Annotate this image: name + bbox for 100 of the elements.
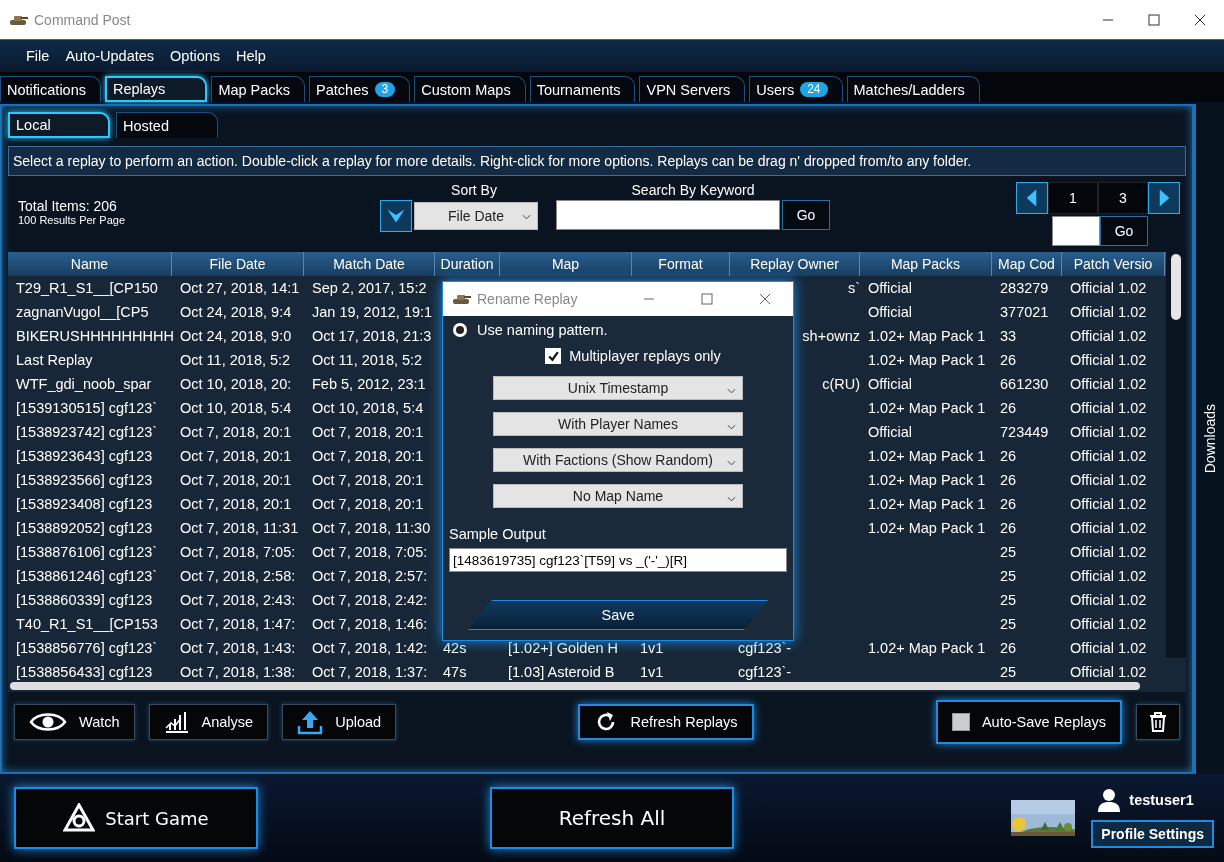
table-cell: [1538923643] cgf123 [16, 448, 153, 464]
table-cell: WTF_gdi_noob_spar [16, 376, 152, 392]
table-cell: Oct 11, 2018, 5:2 [312, 352, 423, 368]
table-cell: Oct 7, 2018, 20:1 [180, 472, 292, 488]
column-header[interactable]: Patch Versio [1062, 252, 1165, 276]
close-icon[interactable] [759, 293, 771, 305]
upload-button[interactable]: Upload [282, 704, 397, 740]
previous-page-icon[interactable] [1016, 182, 1048, 214]
pattern-dropdown[interactable]: With Factions (Show Random) [493, 448, 743, 472]
table-cell: Oct 7, 2018, 2:57: [312, 568, 428, 584]
tab[interactable]: Users 24 [749, 76, 843, 102]
table-cell: Oct 7, 2018, 11:30 [312, 520, 431, 536]
table-cell: zagnanVugol__[CP5 [16, 304, 149, 320]
total-items: Total Items: 206 [18, 198, 118, 214]
go-button[interactable]: Go [1100, 216, 1148, 246]
sort-dropdown[interactable]: File Date [414, 202, 538, 230]
table-cell: 25 [1000, 544, 1017, 560]
caret-icon [522, 214, 531, 220]
tab[interactable]: Map Packs [211, 76, 306, 102]
table-cell: Oct 7, 2018, 2:43: [180, 592, 296, 608]
table-cell: 283279 [1000, 280, 1049, 296]
sample-output-field[interactable]: [1483619735] cgf123`[T59] vs _('-'_)[R] [449, 548, 787, 572]
pattern-dropdown[interactable]: With Player Names [493, 412, 743, 436]
tab[interactable]: Local [8, 112, 110, 138]
vertical-scrollbar[interactable] [1166, 252, 1186, 658]
pattern-dropdown[interactable]: Unix Timestamp [493, 376, 743, 400]
sort-direction-icon[interactable] [380, 200, 412, 232]
window-title: Command Post [34, 11, 131, 28]
auto-save-checkbox[interactable]: Auto-Save Replays [935, 700, 1122, 744]
column-header[interactable]: File Date [172, 252, 304, 276]
table-cell: Official 1.02 [1070, 352, 1147, 368]
column-header[interactable]: Duration [435, 252, 500, 276]
tab[interactable]: Custom Maps [414, 76, 526, 102]
table-cell: Oct 11, 2018, 5:2 [180, 352, 291, 368]
column-header[interactable]: Format [632, 252, 730, 276]
column-header[interactable]: Match Date [304, 252, 435, 276]
menu-item[interactable]: File [26, 48, 50, 64]
watch-button[interactable]: Watch [14, 704, 135, 740]
table-cell: Official 1.02 [1070, 544, 1147, 560]
table-cell: Oct 24, 2018, 9:4 [180, 304, 292, 320]
column-header[interactable]: Map [500, 252, 632, 276]
tab[interactable]: Tournaments [529, 76, 636, 102]
table-cell: 26 [1000, 640, 1017, 656]
tab[interactable]: Patches 3 [309, 76, 411, 102]
naming-pattern-radio[interactable]: Use naming pattern. [449, 322, 608, 338]
tab[interactable]: Notifications [0, 76, 101, 102]
table-cell: 1.02+ Map Pack 1 [868, 448, 986, 464]
table-cell: Oct 7, 2018, 1:46: [312, 616, 428, 632]
analyse-button[interactable]: Analyse [148, 704, 269, 740]
column-header[interactable]: Map Cod [992, 252, 1062, 276]
table-cell: Oct 7, 2018, 11:31 [180, 520, 299, 536]
menu-item[interactable]: Options [170, 48, 221, 64]
refresh-button[interactable]: Refresh Replays [578, 704, 754, 740]
table-cell: [1.03] Asteroid B [508, 664, 615, 680]
save-button[interactable]: Save [468, 600, 768, 630]
table-cell: 25 [1000, 616, 1017, 632]
delete-button[interactable] [1136, 704, 1180, 740]
column-header[interactable]: Replay Owner [730, 252, 860, 276]
tab[interactable]: Matches/Ladders [846, 76, 980, 102]
profile-settings-button[interactable]: Profile Settings [1091, 820, 1214, 848]
table-cell: Oct 7, 2018, 1:43: [180, 640, 296, 656]
next-page-icon[interactable] [1148, 182, 1180, 214]
caret-icon [727, 388, 736, 394]
tab[interactable]: Hosted [116, 112, 218, 138]
caret-icon [727, 460, 736, 466]
tab[interactable]: VPN Servers [639, 76, 746, 102]
maximize-icon[interactable] [1148, 13, 1160, 26]
table-cell: Official 1.02 [1070, 328, 1147, 344]
multiplayer-checkbox[interactable]: Multiplayer replays only [545, 348, 721, 364]
pattern-dropdown[interactable]: No Map Name [493, 484, 743, 508]
maximize-icon[interactable] [701, 293, 713, 305]
table-cell: Oct 7, 2018, 1:37: [312, 664, 428, 680]
refresh-all-button[interactable]: Refresh All [490, 787, 734, 849]
count-badge: 3 [374, 82, 396, 97]
menu-item[interactable]: Auto-Updates [65, 48, 155, 64]
page-field[interactable] [1052, 216, 1100, 246]
table-cell: Oct 7, 2018, 20:1 [312, 424, 424, 440]
close-icon[interactable] [1194, 13, 1206, 26]
table-cell: Oct 7, 2018, 7:05: [312, 544, 428, 560]
table-cell: 26 [1000, 496, 1017, 512]
bar-chart-icon [163, 710, 190, 734]
menu-item[interactable]: Help [236, 48, 266, 64]
table-cell: 26 [1000, 448, 1017, 464]
table-cell: Oct 10, 2018, 5:4 [180, 400, 292, 416]
table-cell: [1538861246] cgf123` [16, 568, 158, 584]
table-cell: 1.02+ Map Pack 1 [868, 520, 986, 536]
start-game-button[interactable]: Start Game [14, 787, 258, 849]
table-cell: 25 [1000, 664, 1017, 680]
table-cell: Sep 2, 2017, 15:2 [312, 280, 427, 296]
table-cell: 26 [1000, 520, 1017, 536]
upload-icon [297, 709, 324, 735]
table-cell: Official 1.02 [1070, 376, 1147, 392]
table-cell: 26 [1000, 352, 1017, 368]
go-button[interactable]: Go [782, 200, 830, 230]
results-per-page: 100 Results Per Page [18, 214, 126, 226]
search-field[interactable] [556, 200, 780, 230]
column-header[interactable]: Name [8, 252, 172, 276]
horizontal-scrollbar[interactable] [10, 682, 1140, 690]
column-header[interactable]: Map Packs [860, 252, 992, 276]
tab[interactable]: Replays [105, 76, 208, 102]
